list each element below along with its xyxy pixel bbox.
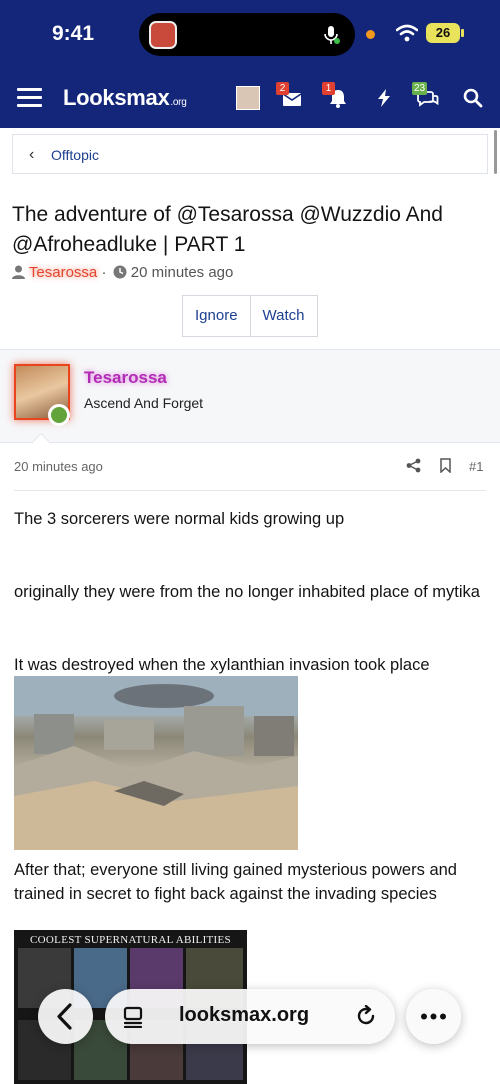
menu-icon[interactable] bbox=[17, 88, 42, 108]
thread-time: 20 minutes ago bbox=[130, 264, 234, 281]
post-time[interactable]: 20 minutes ago bbox=[14, 459, 103, 474]
wifi-icon bbox=[396, 24, 418, 42]
thread-meta: Tesarossa · 20 minutes ago bbox=[12, 264, 233, 284]
bookmark-icon[interactable] bbox=[439, 458, 452, 473]
thread-title: The adventure of @Tesarossa @Wuzzdio And… bbox=[12, 203, 443, 256]
chat-button[interactable]: 23 bbox=[412, 82, 439, 108]
post-paragraph: The 3 sorcerers were normal kids growing… bbox=[14, 510, 345, 528]
inbox-button[interactable]: 2 bbox=[276, 82, 303, 108]
chevron-left-icon: ‹ bbox=[29, 146, 35, 163]
breadcrumb[interactable]: ‹ Offtopic bbox=[12, 134, 488, 174]
search-icon bbox=[463, 88, 483, 108]
post-divider bbox=[14, 490, 486, 491]
ruins-photo bbox=[14, 676, 298, 850]
reload-icon[interactable] bbox=[355, 1005, 377, 1027]
site-navigation: Looksmax.org 2 1 23 bbox=[0, 76, 500, 120]
whats-new-button[interactable] bbox=[373, 88, 395, 108]
alerts-badge: 1 bbox=[322, 82, 335, 95]
post-user-title: Ascend And Forget bbox=[84, 395, 204, 411]
online-status-indicator bbox=[48, 404, 70, 426]
clock-icon bbox=[113, 265, 127, 279]
status-time: 9:41 bbox=[52, 22, 95, 45]
account-avatar[interactable] bbox=[236, 86, 260, 110]
scroll-indicator[interactable] bbox=[494, 130, 497, 174]
dynamic-island bbox=[139, 13, 355, 56]
alerts-button[interactable]: 1 bbox=[322, 82, 349, 108]
site-logo[interactable]: Looksmax.org bbox=[63, 85, 187, 111]
battery-indicator: 26 bbox=[426, 23, 460, 43]
privacy-indicator bbox=[366, 30, 375, 39]
page-menu-icon bbox=[123, 1006, 143, 1028]
post-paragraph: originally they were from the no longer … bbox=[14, 583, 480, 601]
breadcrumb-link[interactable]: Offtopic bbox=[51, 147, 99, 163]
search-button[interactable] bbox=[462, 88, 484, 108]
post-username[interactable]: Tesarossa bbox=[84, 368, 167, 388]
more-options-button[interactable] bbox=[406, 989, 461, 1044]
post-paragraph: It was destroyed when the xylanthian inv… bbox=[14, 656, 430, 674]
chevron-left-icon bbox=[57, 1003, 72, 1030]
microphone-icon bbox=[324, 26, 340, 44]
user-icon bbox=[12, 265, 25, 279]
bolt-icon bbox=[378, 89, 390, 107]
thread-author[interactable]: Tesarossa bbox=[29, 264, 97, 281]
ignore-button[interactable]: Ignore bbox=[183, 296, 250, 336]
share-icon[interactable] bbox=[406, 458, 421, 473]
post-header: Tesarossa Ascend And Forget bbox=[0, 349, 500, 443]
chat-badge: 23 bbox=[412, 82, 428, 95]
image-caption: COOLEST SUPERNATURAL ABILITIES bbox=[30, 934, 231, 946]
now-playing-thumbnail bbox=[149, 21, 177, 49]
thread-actions: Ignore Watch bbox=[182, 295, 318, 337]
back-button[interactable] bbox=[38, 989, 93, 1044]
post-number[interactable]: #1 bbox=[469, 459, 483, 474]
ellipsis-icon bbox=[421, 1013, 446, 1020]
post-paragraph: After that; everyone still living gained… bbox=[14, 861, 457, 903]
top-bar: 9:41 26 Looksmax.org 2 1 23 bbox=[0, 0, 500, 128]
url-text: looksmax.org bbox=[179, 1004, 310, 1026]
watch-button[interactable]: Watch bbox=[249, 296, 317, 336]
meta-separator: · bbox=[101, 264, 107, 281]
post-image-ruins[interactable] bbox=[14, 676, 298, 850]
battery-nub bbox=[461, 29, 464, 37]
address-bar[interactable]: looksmax.org bbox=[105, 989, 395, 1044]
inbox-badge: 2 bbox=[276, 82, 289, 95]
